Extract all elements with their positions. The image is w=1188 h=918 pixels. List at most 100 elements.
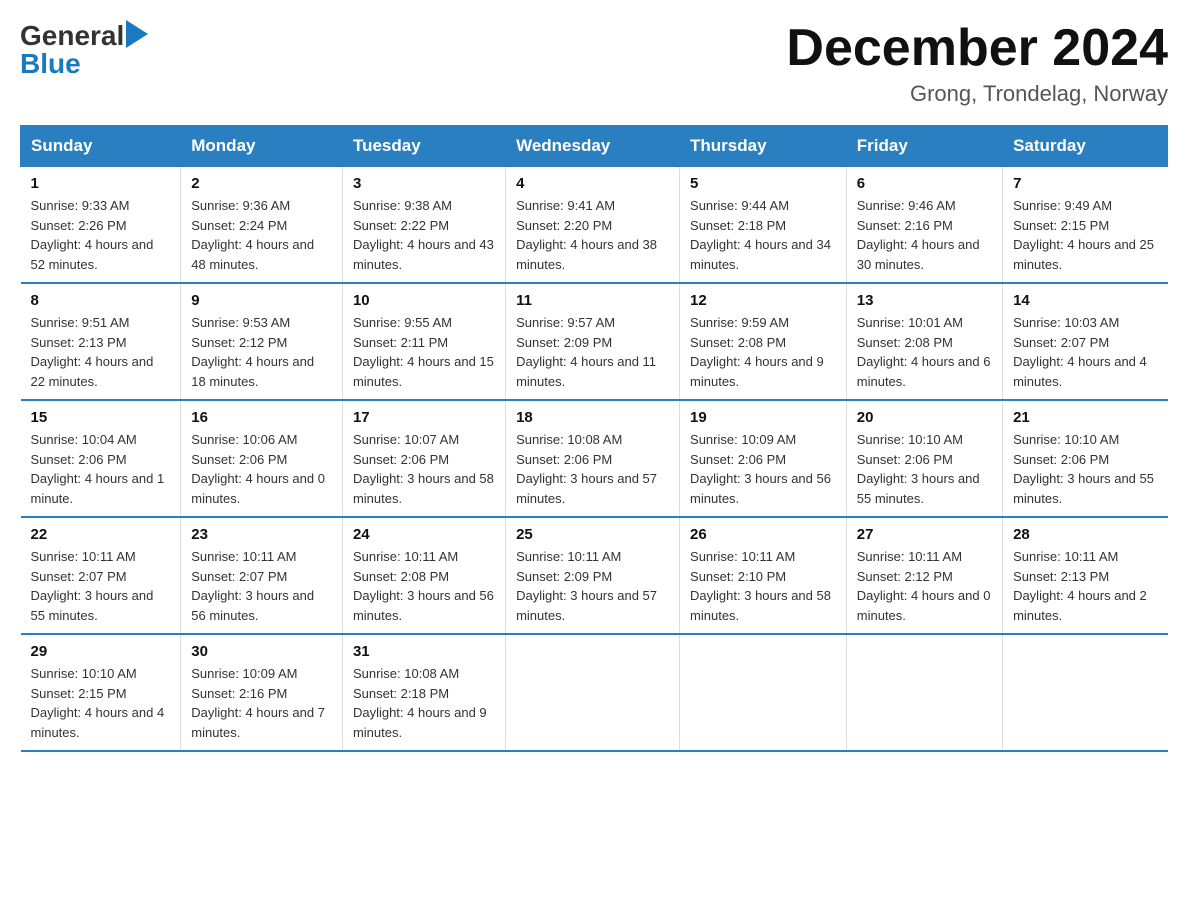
day-info: Sunrise: 9:38 AMSunset: 2:22 PMDaylight:… [353, 196, 495, 274]
calendar-cell [506, 634, 680, 751]
calendar-cell: 21 Sunrise: 10:10 AMSunset: 2:06 PMDayli… [1003, 400, 1168, 517]
day-info: Sunrise: 10:10 AMSunset: 2:15 PMDaylight… [31, 664, 171, 742]
day-number: 31 [353, 643, 495, 660]
day-info: Sunrise: 9:46 AMSunset: 2:16 PMDaylight:… [857, 196, 992, 274]
calendar-cell: 16 Sunrise: 10:06 AMSunset: 2:06 PMDayli… [181, 400, 343, 517]
day-header-tuesday: Tuesday [342, 126, 505, 167]
calendar-cell: 29 Sunrise: 10:10 AMSunset: 2:15 PMDayli… [21, 634, 181, 751]
day-number: 25 [516, 526, 669, 543]
calendar-cell: 2 Sunrise: 9:36 AMSunset: 2:24 PMDayligh… [181, 167, 343, 284]
day-info: Sunrise: 10:10 AMSunset: 2:06 PMDaylight… [857, 430, 992, 508]
calendar-cell: 26 Sunrise: 10:11 AMSunset: 2:10 PMDayli… [680, 517, 847, 634]
calendar-cell [680, 634, 847, 751]
calendar-header-row: SundayMondayTuesdayWednesdayThursdayFrid… [21, 126, 1168, 167]
day-number: 21 [1013, 409, 1157, 426]
calendar-cell: 22 Sunrise: 10:11 AMSunset: 2:07 PMDayli… [21, 517, 181, 634]
calendar-week-row: 29 Sunrise: 10:10 AMSunset: 2:15 PMDayli… [21, 634, 1168, 751]
calendar-cell: 3 Sunrise: 9:38 AMSunset: 2:22 PMDayligh… [342, 167, 505, 284]
day-info: Sunrise: 10:11 AMSunset: 2:07 PMDaylight… [191, 547, 332, 625]
day-number: 4 [516, 175, 669, 192]
day-info: Sunrise: 10:10 AMSunset: 2:06 PMDaylight… [1013, 430, 1157, 508]
calendar-cell: 9 Sunrise: 9:53 AMSunset: 2:12 PMDayligh… [181, 283, 343, 400]
day-number: 8 [31, 292, 171, 309]
day-number: 28 [1013, 526, 1157, 543]
calendar-table: SundayMondayTuesdayWednesdayThursdayFrid… [20, 125, 1168, 752]
day-header-thursday: Thursday [680, 126, 847, 167]
day-number: 12 [690, 292, 836, 309]
day-info: Sunrise: 9:57 AMSunset: 2:09 PMDaylight:… [516, 313, 669, 391]
day-number: 26 [690, 526, 836, 543]
day-number: 19 [690, 409, 836, 426]
calendar-cell [1003, 634, 1168, 751]
calendar-cell: 1 Sunrise: 9:33 AMSunset: 2:26 PMDayligh… [21, 167, 181, 284]
day-info: Sunrise: 10:11 AMSunset: 2:07 PMDaylight… [31, 547, 171, 625]
calendar-cell: 30 Sunrise: 10:09 AMSunset: 2:16 PMDayli… [181, 634, 343, 751]
calendar-cell: 19 Sunrise: 10:09 AMSunset: 2:06 PMDayli… [680, 400, 847, 517]
day-info: Sunrise: 10:04 AMSunset: 2:06 PMDaylight… [31, 430, 171, 508]
day-number: 3 [353, 175, 495, 192]
day-header-sunday: Sunday [21, 126, 181, 167]
logo-blue: Blue [20, 48, 81, 80]
day-info: Sunrise: 9:41 AMSunset: 2:20 PMDaylight:… [516, 196, 669, 274]
day-number: 9 [191, 292, 332, 309]
calendar-cell: 10 Sunrise: 9:55 AMSunset: 2:11 PMDaylig… [342, 283, 505, 400]
day-header-saturday: Saturday [1003, 126, 1168, 167]
day-info: Sunrise: 10:07 AMSunset: 2:06 PMDaylight… [353, 430, 495, 508]
day-number: 24 [353, 526, 495, 543]
calendar-body: 1 Sunrise: 9:33 AMSunset: 2:26 PMDayligh… [21, 167, 1168, 752]
calendar-week-row: 8 Sunrise: 9:51 AMSunset: 2:13 PMDayligh… [21, 283, 1168, 400]
day-number: 2 [191, 175, 332, 192]
calendar-cell: 20 Sunrise: 10:10 AMSunset: 2:06 PMDayli… [846, 400, 1002, 517]
calendar-cell: 17 Sunrise: 10:07 AMSunset: 2:06 PMDayli… [342, 400, 505, 517]
day-info: Sunrise: 10:11 AMSunset: 2:10 PMDaylight… [690, 547, 836, 625]
day-info: Sunrise: 9:49 AMSunset: 2:15 PMDaylight:… [1013, 196, 1157, 274]
day-info: Sunrise: 9:44 AMSunset: 2:18 PMDaylight:… [690, 196, 836, 274]
calendar-cell: 27 Sunrise: 10:11 AMSunset: 2:12 PMDayli… [846, 517, 1002, 634]
day-number: 14 [1013, 292, 1157, 309]
day-info: Sunrise: 10:09 AMSunset: 2:16 PMDaylight… [191, 664, 332, 742]
day-number: 16 [191, 409, 332, 426]
day-info: Sunrise: 10:08 AMSunset: 2:06 PMDaylight… [516, 430, 669, 508]
month-title: December 2024 [786, 20, 1168, 77]
day-number: 10 [353, 292, 495, 309]
calendar-cell: 13 Sunrise: 10:01 AMSunset: 2:08 PMDayli… [846, 283, 1002, 400]
calendar-cell: 24 Sunrise: 10:11 AMSunset: 2:08 PMDayli… [342, 517, 505, 634]
day-number: 22 [31, 526, 171, 543]
day-number: 23 [191, 526, 332, 543]
calendar-week-row: 15 Sunrise: 10:04 AMSunset: 2:06 PMDayli… [21, 400, 1168, 517]
day-info: Sunrise: 9:51 AMSunset: 2:13 PMDaylight:… [31, 313, 171, 391]
day-number: 13 [857, 292, 992, 309]
day-info: Sunrise: 10:08 AMSunset: 2:18 PMDaylight… [353, 664, 495, 742]
calendar-week-row: 1 Sunrise: 9:33 AMSunset: 2:26 PMDayligh… [21, 167, 1168, 284]
day-number: 18 [516, 409, 669, 426]
calendar-week-row: 22 Sunrise: 10:11 AMSunset: 2:07 PMDayli… [21, 517, 1168, 634]
calendar-cell: 23 Sunrise: 10:11 AMSunset: 2:07 PMDayli… [181, 517, 343, 634]
day-info: Sunrise: 9:33 AMSunset: 2:26 PMDaylight:… [31, 196, 171, 274]
day-number: 6 [857, 175, 992, 192]
logo-arrow-icon [126, 20, 148, 48]
calendar-cell: 25 Sunrise: 10:11 AMSunset: 2:09 PMDayli… [506, 517, 680, 634]
day-number: 15 [31, 409, 171, 426]
day-header-monday: Monday [181, 126, 343, 167]
day-number: 20 [857, 409, 992, 426]
day-info: Sunrise: 10:03 AMSunset: 2:07 PMDaylight… [1013, 313, 1157, 391]
day-number: 29 [31, 643, 171, 660]
day-info: Sunrise: 10:01 AMSunset: 2:08 PMDaylight… [857, 313, 992, 391]
day-header-friday: Friday [846, 126, 1002, 167]
calendar-cell: 6 Sunrise: 9:46 AMSunset: 2:16 PMDayligh… [846, 167, 1002, 284]
day-info: Sunrise: 9:36 AMSunset: 2:24 PMDaylight:… [191, 196, 332, 274]
day-info: Sunrise: 10:11 AMSunset: 2:13 PMDaylight… [1013, 547, 1157, 625]
day-info: Sunrise: 9:55 AMSunset: 2:11 PMDaylight:… [353, 313, 495, 391]
day-number: 1 [31, 175, 171, 192]
calendar-cell: 5 Sunrise: 9:44 AMSunset: 2:18 PMDayligh… [680, 167, 847, 284]
calendar-cell: 18 Sunrise: 10:08 AMSunset: 2:06 PMDayli… [506, 400, 680, 517]
day-info: Sunrise: 9:53 AMSunset: 2:12 PMDaylight:… [191, 313, 332, 391]
calendar-cell: 12 Sunrise: 9:59 AMSunset: 2:08 PMDaylig… [680, 283, 847, 400]
day-info: Sunrise: 10:11 AMSunset: 2:08 PMDaylight… [353, 547, 495, 625]
calendar-cell: 14 Sunrise: 10:03 AMSunset: 2:07 PMDayli… [1003, 283, 1168, 400]
location-title: Grong, Trondelag, Norway [786, 81, 1168, 107]
day-number: 11 [516, 292, 669, 309]
day-number: 17 [353, 409, 495, 426]
calendar-cell: 28 Sunrise: 10:11 AMSunset: 2:13 PMDayli… [1003, 517, 1168, 634]
calendar-cell: 8 Sunrise: 9:51 AMSunset: 2:13 PMDayligh… [21, 283, 181, 400]
